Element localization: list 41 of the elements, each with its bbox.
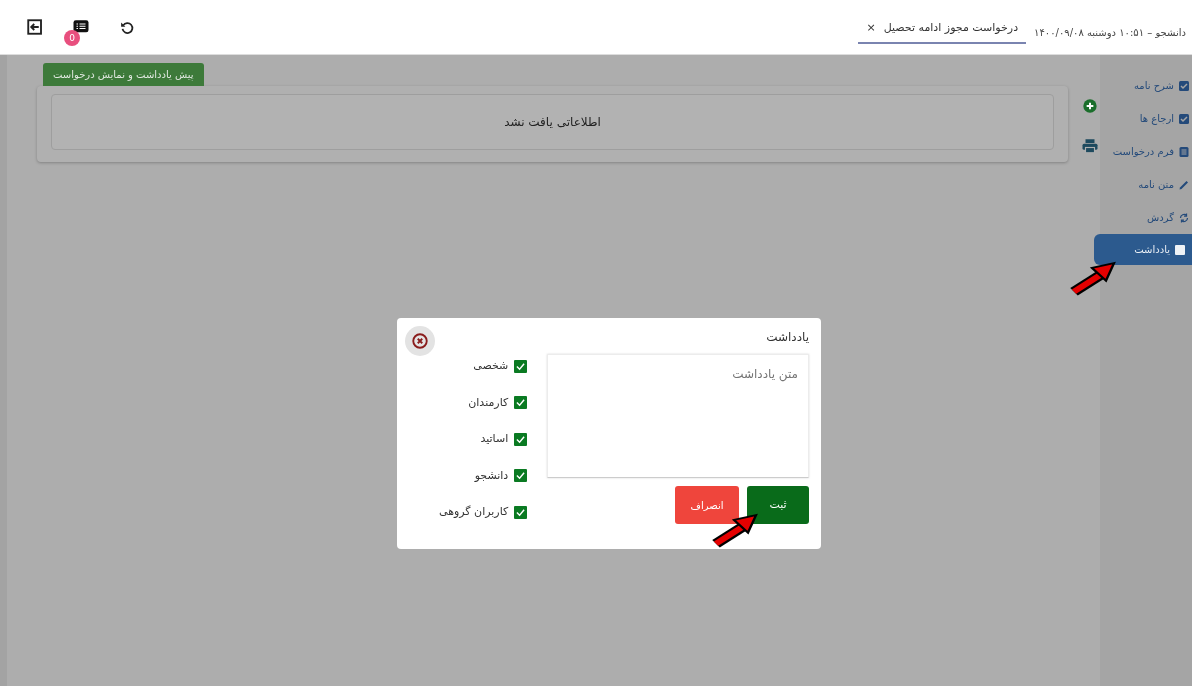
recipient-checkbox[interactable]: اساتید xyxy=(439,421,528,458)
checkbox-label: دانشجو xyxy=(474,467,509,484)
cancel-button[interactable]: انصراف xyxy=(675,486,739,524)
recipient-checkbox[interactable]: شخصی xyxy=(439,348,528,385)
checkbox-label: کارمندان xyxy=(468,394,509,411)
close-icon xyxy=(411,332,429,350)
checkbox[interactable] xyxy=(514,359,528,373)
sidebar-item[interactable]: ارجاع ها xyxy=(1100,102,1192,135)
recipient-checkbox[interactable]: کارمندان xyxy=(439,384,528,421)
checkbox-label: اساتید xyxy=(480,431,509,447)
sidebar-item[interactable]: شرح نامه xyxy=(1100,69,1192,102)
pointer-arrow xyxy=(712,512,760,550)
show-request-button[interactable]: پیش یادداشت و نمایش درخواست xyxy=(43,63,204,86)
cycle-icon xyxy=(1178,211,1190,224)
checkbox-label: شخصی xyxy=(473,358,509,374)
logout-icon xyxy=(26,18,44,36)
close-button[interactable] xyxy=(405,326,435,356)
recipient-checkbox[interactable]: دانشجو xyxy=(439,457,528,494)
checkbox[interactable] xyxy=(514,469,528,483)
dialog-title: یادداشت xyxy=(766,329,809,346)
pointer-arrow xyxy=(1070,260,1118,298)
close-tab-icon[interactable]: × xyxy=(866,20,876,34)
checkbox[interactable] xyxy=(514,505,528,519)
sidebar-item[interactable]: گردش xyxy=(1100,201,1192,234)
recipient-checkbox[interactable]: کاربران گروهی xyxy=(439,494,528,531)
document-tab[interactable]: × درخواست مجوز ادامه تحصیل xyxy=(858,13,1027,44)
checkbox[interactable] xyxy=(514,432,528,446)
sidebar-item[interactable]: فرم درخواست xyxy=(1100,135,1192,168)
print-icon xyxy=(1081,137,1099,155)
pen-icon xyxy=(1178,178,1190,191)
sidebar-item[interactable]: یادداشت xyxy=(1094,234,1192,265)
note-icon xyxy=(1174,243,1186,256)
sidebar-item[interactable]: متن نامه xyxy=(1100,168,1192,201)
submit-button[interactable]: ثبت xyxy=(747,486,809,524)
notification-badge: 0 xyxy=(64,30,80,46)
checkbox[interactable] xyxy=(514,396,528,410)
header-info: دانشجو – ۱۰:۵۱ دوشنبه ۱۴۰۰/۰۹/۰۸ xyxy=(1034,26,1186,41)
note-text-field[interactable]: متن یادداشت xyxy=(547,354,809,478)
empty-message: اطلاعاتی یافت نشد xyxy=(51,94,1054,150)
checkbox-label: کاربران گروهی xyxy=(439,504,509,520)
add-icon xyxy=(1082,97,1098,114)
